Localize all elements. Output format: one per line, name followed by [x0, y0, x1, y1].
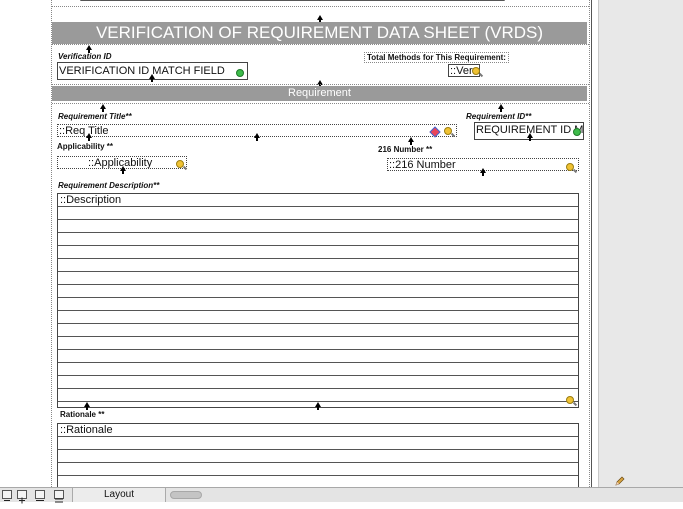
green-status-icon — [236, 69, 244, 77]
page-right-edge — [591, 0, 592, 487]
requirement-title-label: Requirement Title** — [58, 112, 132, 121]
applicability-label: Applicability ** — [57, 142, 114, 151]
title-part-line — [52, 44, 589, 45]
zoom-out-icon[interactable] — [2, 490, 12, 501]
up-arrow-icon — [120, 166, 126, 174]
up-arrow-icon — [315, 402, 321, 410]
canvas-margin — [598, 0, 683, 487]
up-arrow-icon — [100, 104, 106, 112]
layout-canvas: VERIFICATION OF REQUIREMENT DATA SHEET (… — [0, 0, 683, 487]
up-arrow-icon — [317, 15, 323, 23]
header-part-line — [52, 6, 589, 7]
magnifier-icon[interactable] — [176, 160, 184, 168]
part-view-icon[interactable] — [35, 490, 45, 501]
requirement-description-label: Requirement Description** — [58, 181, 160, 190]
part-line — [52, 103, 589, 104]
requirement-section-header: Requirement — [52, 86, 587, 101]
up-arrow-icon — [86, 45, 92, 53]
requirement-description-field[interactable]: ::Description — [57, 193, 579, 408]
page-left-border — [51, 0, 52, 487]
up-arrow-icon — [527, 133, 533, 141]
pencil-icon[interactable] — [615, 473, 625, 486]
rationale-label: Rationale ** — [60, 410, 105, 419]
rationale-text: ::Rationale — [60, 424, 113, 436]
page-title: VERIFICATION OF REQUIREMENT DATA SHEET (… — [52, 22, 587, 44]
header-box-left — [80, 0, 81, 1]
rationale-field[interactable]: ::Rationale — [57, 423, 579, 487]
magnifier-icon[interactable] — [566, 163, 574, 171]
header-box-bottom — [80, 0, 505, 1]
total-methods-label: Total Methods for This Requirement: — [364, 52, 509, 63]
number-216-label: 216 Number ** — [378, 145, 433, 154]
up-arrow-icon — [408, 137, 414, 145]
status-bar: Layout — [0, 487, 683, 504]
header-box-right — [504, 0, 505, 1]
page-right-border — [589, 0, 590, 487]
up-arrow-icon — [84, 402, 90, 410]
up-arrow-icon — [86, 133, 92, 141]
horizontal-scrollbar-thumb[interactable] — [170, 491, 202, 499]
magnifier-icon[interactable] — [444, 127, 452, 135]
requirement-id-label: Requirement ID** — [466, 112, 532, 121]
up-arrow-icon — [149, 74, 155, 82]
magnifier-icon[interactable] — [472, 67, 480, 75]
part-line — [52, 84, 589, 85]
up-arrow-icon — [254, 133, 260, 141]
zoom-in-icon[interactable] — [17, 490, 27, 504]
magnifier-icon[interactable] — [566, 396, 574, 404]
requirement-description-text: ::Description — [60, 194, 122, 206]
verification-id-label: Verification ID — [58, 52, 112, 61]
green-status-icon — [573, 128, 581, 136]
up-arrow-icon — [480, 168, 486, 176]
up-arrow-icon — [498, 104, 504, 112]
layout-view-icon[interactable] — [54, 490, 64, 503]
layout-tab[interactable]: Layout — [72, 488, 166, 502]
